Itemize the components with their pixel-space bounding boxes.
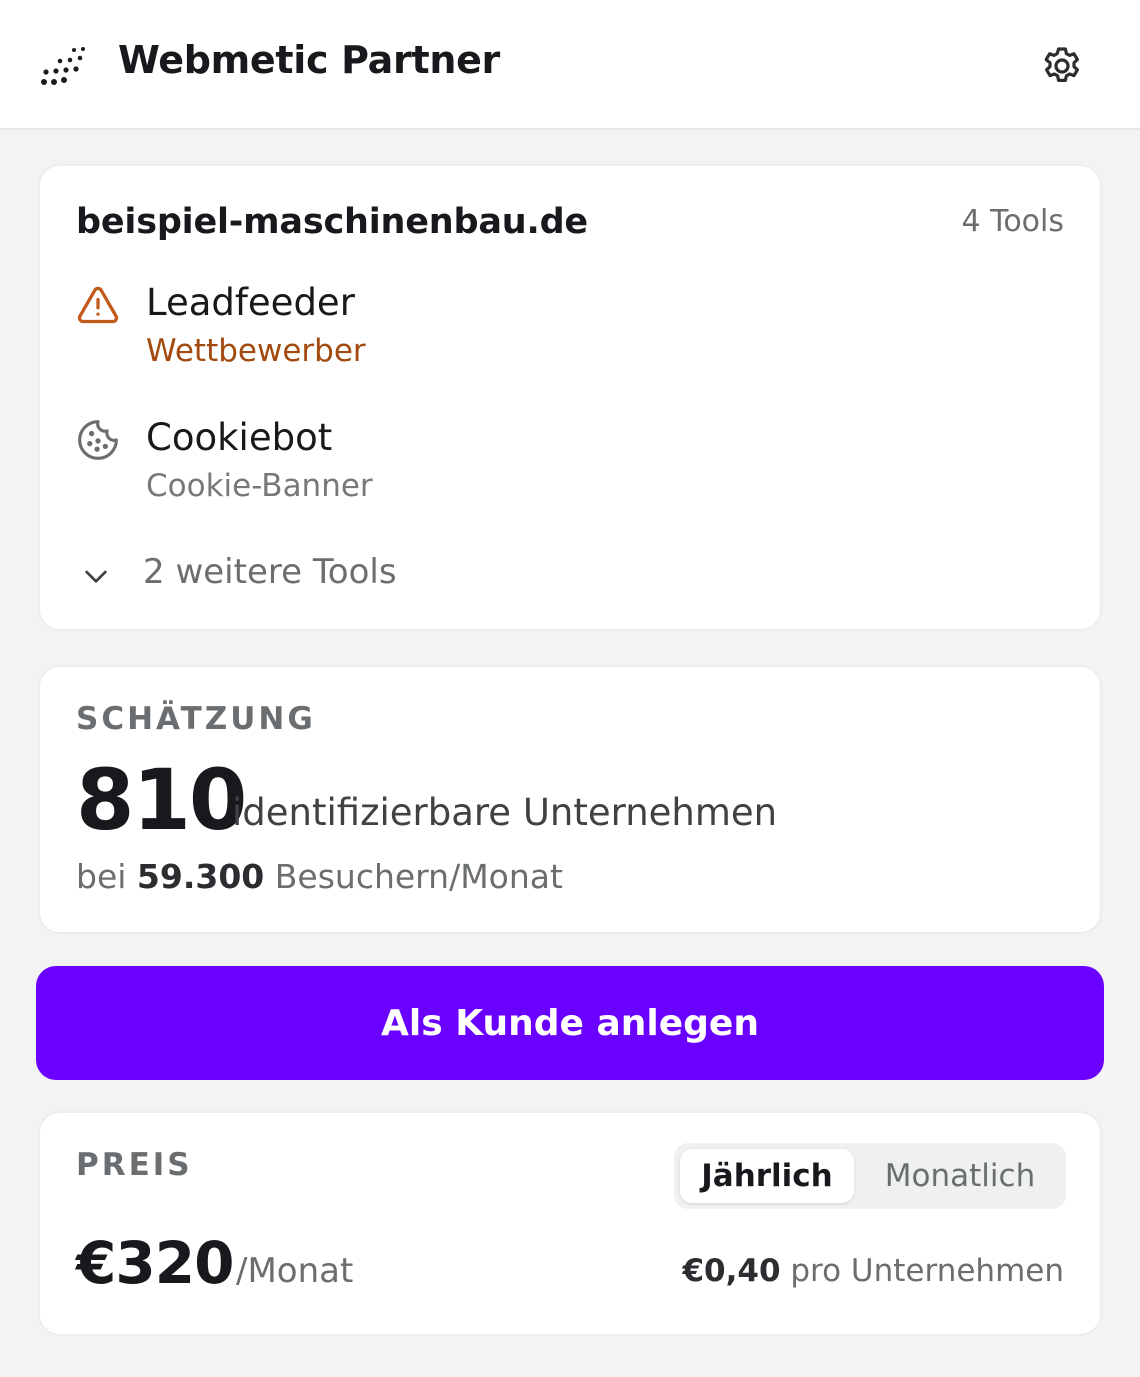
price-period: /Monat [236, 1251, 354, 1291]
cookie-icon [78, 420, 118, 460]
visitors-suffix: Besuchern/Monat [274, 857, 563, 896]
tool-name: Cookiebot [146, 416, 333, 459]
billing-option-yearly[interactable]: Jährlich [680, 1149, 854, 1203]
show-more-tools-label: 2 weitere Tools [143, 552, 397, 592]
billing-option-monthly[interactable]: Monatlich [860, 1149, 1060, 1203]
identifiable-companies-label: identifizierbare Unternehmen [232, 791, 778, 834]
visitors-prefix: bei [76, 857, 127, 896]
gear-icon[interactable] [1038, 42, 1086, 90]
tool-name: Leadfeeder [146, 281, 355, 324]
billing-period-toggle: Jährlich Monatlich [674, 1143, 1066, 1209]
app-title: Webmetic Partner [118, 38, 500, 82]
estimate-heading: SCHÄTZUNG [76, 701, 316, 737]
monthly-visitors: bei 59.300 Besuchern/Monat [76, 857, 563, 896]
create-customer-button[interactable]: Als Kunde anlegen [36, 966, 1104, 1080]
price-per-company: €0,40 pro Unternehmen [682, 1253, 1064, 1289]
tool-category: Cookie-Banner [146, 468, 373, 504]
price-amount: €320 [76, 1229, 234, 1297]
identifiable-companies-count: 810 [76, 751, 247, 849]
tool-item-leadfeeder: Leadfeeder Wettbewerber [76, 281, 676, 381]
detected-tools-card: beispiel-maschinenbau.de 4 Tools Leadfee… [38, 164, 1102, 631]
price-per-company-amount: €0,40 [682, 1253, 781, 1289]
show-more-tools-toggle[interactable]: 2 weitere Tools [76, 552, 456, 596]
estimate-card: SCHÄTZUNG 810 identifizierbare Unternehm… [38, 665, 1102, 934]
visitors-count: 59.300 [136, 857, 265, 896]
warning-triangle-icon [77, 286, 119, 324]
price-per-company-label: pro Unternehmen [790, 1253, 1064, 1289]
domain-name: beispiel-maschinenbau.de [76, 202, 588, 242]
price-heading: PREIS [76, 1147, 193, 1183]
tool-item-cookiebot: Cookiebot Cookie-Banner [76, 416, 676, 516]
dot-grid-logo-icon [41, 47, 85, 85]
app-header: Webmetic Partner [0, 0, 1140, 130]
chevron-down-icon [85, 570, 107, 583]
price-card: PREIS Jährlich Monatlich €320 /Monat €0,… [38, 1111, 1102, 1336]
tool-category-competitor: Wettbewerber [146, 333, 366, 369]
tool-count: 4 Tools [961, 204, 1064, 239]
